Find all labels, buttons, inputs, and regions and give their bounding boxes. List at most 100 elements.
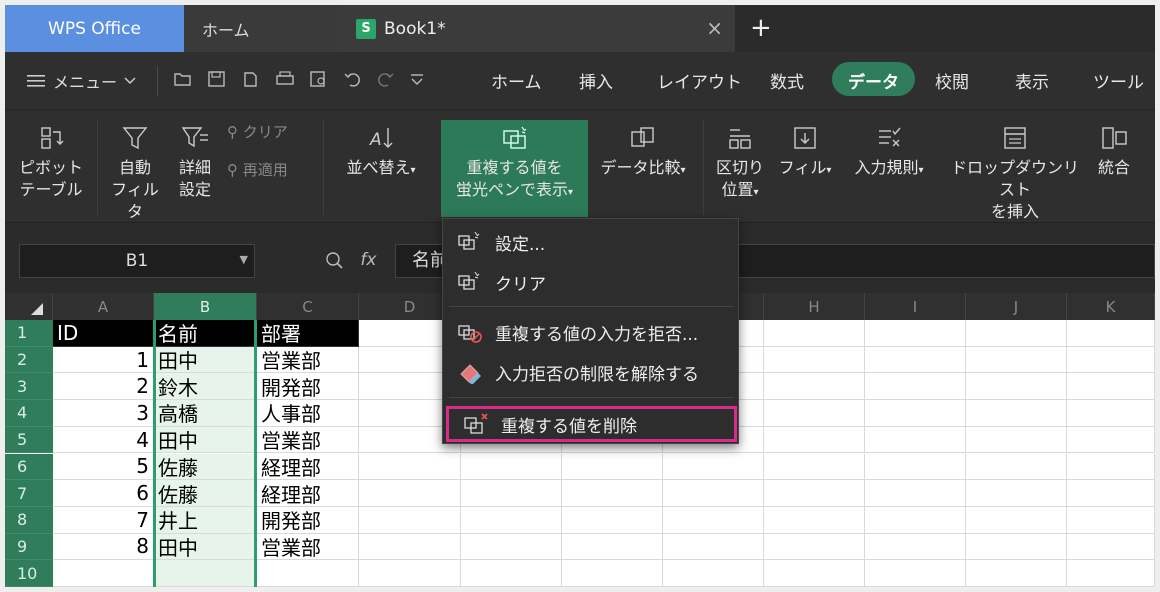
- data-compare-button[interactable]: データ比較▾: [591, 125, 695, 182]
- grid-cell[interactable]: [764, 373, 865, 401]
- grid-cell[interactable]: [966, 480, 1067, 507]
- grid-cell[interactable]: 営業部: [257, 533, 359, 561]
- pivot-table-button[interactable]: ピボット テーブル: [19, 125, 83, 201]
- grid-cell[interactable]: [764, 400, 865, 427]
- tab-home[interactable]: ホーム: [491, 68, 542, 93]
- grid-cell[interactable]: [461, 533, 562, 561]
- column-header-i[interactable]: I: [865, 293, 966, 320]
- insert-dropdown-list-button[interactable]: ドロップダウンリスト を挿入: [945, 125, 1085, 223]
- grid-cell[interactable]: [966, 373, 1067, 401]
- column-header-a[interactable]: A: [53, 293, 154, 320]
- grid-cell[interactable]: 佐藤: [154, 480, 257, 507]
- grid-cell[interactable]: [764, 346, 865, 374]
- clear-filter-button[interactable]: ⚲ クリア: [227, 121, 288, 143]
- column-header-k[interactable]: K: [1067, 293, 1155, 320]
- grid-cell[interactable]: 開発部: [257, 506, 359, 534]
- print-icon[interactable]: [275, 70, 295, 88]
- grid-cell[interactable]: [865, 320, 966, 347]
- grid-cell[interactable]: 3: [53, 400, 154, 427]
- grid-cell[interactable]: 経理部: [257, 480, 359, 507]
- highlight-duplicates-button[interactable]: 重複する値を 蛍光ペンで表示▾: [441, 125, 588, 204]
- grid-cell[interactable]: [865, 533, 966, 561]
- close-icon[interactable]: ×: [706, 16, 723, 40]
- grid-cell[interactable]: [359, 506, 461, 534]
- grid-cell[interactable]: [663, 560, 764, 587]
- grid-cell[interactable]: [1067, 533, 1155, 561]
- grid-cell[interactable]: [1067, 400, 1155, 427]
- autofilter-button[interactable]: 自動 フィルタ: [107, 125, 163, 223]
- grid-cell[interactable]: 部署: [257, 320, 359, 347]
- grid-cell[interactable]: [764, 533, 865, 561]
- row-header[interactable]: 5: [5, 426, 53, 454]
- grid-cell[interactable]: [865, 373, 966, 401]
- grid-cell[interactable]: 5: [53, 453, 154, 481]
- grid-cell[interactable]: [1067, 506, 1155, 534]
- grid-cell[interactable]: [865, 480, 966, 507]
- grid-cell[interactable]: 営業部: [257, 426, 359, 454]
- tab-tools[interactable]: ツール: [1093, 68, 1144, 93]
- grid-cell[interactable]: [562, 560, 663, 587]
- chevron-down-icon[interactable]: ▼: [240, 253, 248, 266]
- row-header[interactable]: 10: [5, 560, 53, 587]
- menu-item-reject-duplicates[interactable]: 重複する値の入力を拒否...: [443, 313, 740, 351]
- grid-cell[interactable]: 名前: [154, 320, 257, 347]
- menu-button[interactable]: メニュー: [27, 69, 137, 93]
- grid-cell[interactable]: [865, 346, 966, 374]
- tab-wps-office[interactable]: WPS Office: [5, 5, 184, 52]
- row-header[interactable]: 9: [5, 533, 53, 561]
- grid-cell[interactable]: [1067, 560, 1155, 587]
- grid-cell[interactable]: ID: [53, 320, 154, 347]
- grid-cell[interactable]: [966, 560, 1067, 587]
- grid-cell[interactable]: 井上: [154, 506, 257, 534]
- grid-cell[interactable]: [764, 560, 865, 587]
- print-preview-icon[interactable]: [309, 70, 329, 88]
- grid-cell[interactable]: 8: [53, 533, 154, 561]
- grid-cell[interactable]: 田中: [154, 346, 257, 374]
- customize-toolbar-icon[interactable]: [407, 70, 427, 88]
- open-folder-icon[interactable]: [173, 70, 193, 88]
- grid-cell[interactable]: [53, 560, 154, 587]
- zoom-icon[interactable]: [325, 251, 345, 269]
- grid-cell[interactable]: [257, 560, 359, 587]
- grid-cell[interactable]: 人事部: [257, 400, 359, 427]
- grid-cell[interactable]: [865, 400, 966, 427]
- grid-cell[interactable]: 7: [53, 506, 154, 534]
- grid-cell[interactable]: [1067, 373, 1155, 401]
- tab-view[interactable]: 表示: [1015, 68, 1049, 93]
- grid-cell[interactable]: [461, 506, 562, 534]
- grid-cell[interactable]: 高橋: [154, 400, 257, 427]
- grid-cell[interactable]: [1067, 426, 1155, 454]
- tab-review[interactable]: 校閲: [935, 68, 969, 93]
- grid-cell[interactable]: [562, 453, 663, 481]
- grid-cell[interactable]: [764, 426, 865, 454]
- grid-cell[interactable]: [865, 560, 966, 587]
- redo-icon[interactable]: [375, 70, 395, 88]
- tab-layout[interactable]: レイアウト: [657, 68, 742, 93]
- row-header[interactable]: 6: [5, 453, 53, 481]
- grid-cell[interactable]: [1067, 320, 1155, 347]
- row-header[interactable]: 7: [5, 480, 53, 507]
- grid-cell[interactable]: 営業部: [257, 346, 359, 374]
- column-header-b[interactable]: B: [154, 293, 257, 320]
- grid-cell[interactable]: [865, 426, 966, 454]
- grid-cell[interactable]: [764, 453, 865, 481]
- grid-cell[interactable]: [1067, 480, 1155, 507]
- grid-cell[interactable]: [966, 346, 1067, 374]
- grid-cell[interactable]: [359, 533, 461, 561]
- tab-insert[interactable]: 挿入: [579, 68, 613, 93]
- row-header[interactable]: 2: [5, 346, 53, 374]
- grid-cell[interactable]: [764, 480, 865, 507]
- grid-cell[interactable]: [461, 560, 562, 587]
- grid-cell[interactable]: [966, 320, 1067, 347]
- grid-cell[interactable]: 2: [53, 373, 154, 401]
- row-header[interactable]: 4: [5, 400, 53, 427]
- grid-cell[interactable]: [461, 453, 562, 481]
- grid-cell[interactable]: [663, 480, 764, 507]
- grid-cell[interactable]: 佐藤: [154, 453, 257, 481]
- new-tab-icon[interactable]: +: [750, 13, 772, 43]
- grid-cell[interactable]: [1067, 346, 1155, 374]
- grid-cell[interactable]: [764, 506, 865, 534]
- grid-cell[interactable]: [359, 480, 461, 507]
- column-header-h[interactable]: H: [764, 293, 865, 320]
- grid-cell[interactable]: [359, 453, 461, 481]
